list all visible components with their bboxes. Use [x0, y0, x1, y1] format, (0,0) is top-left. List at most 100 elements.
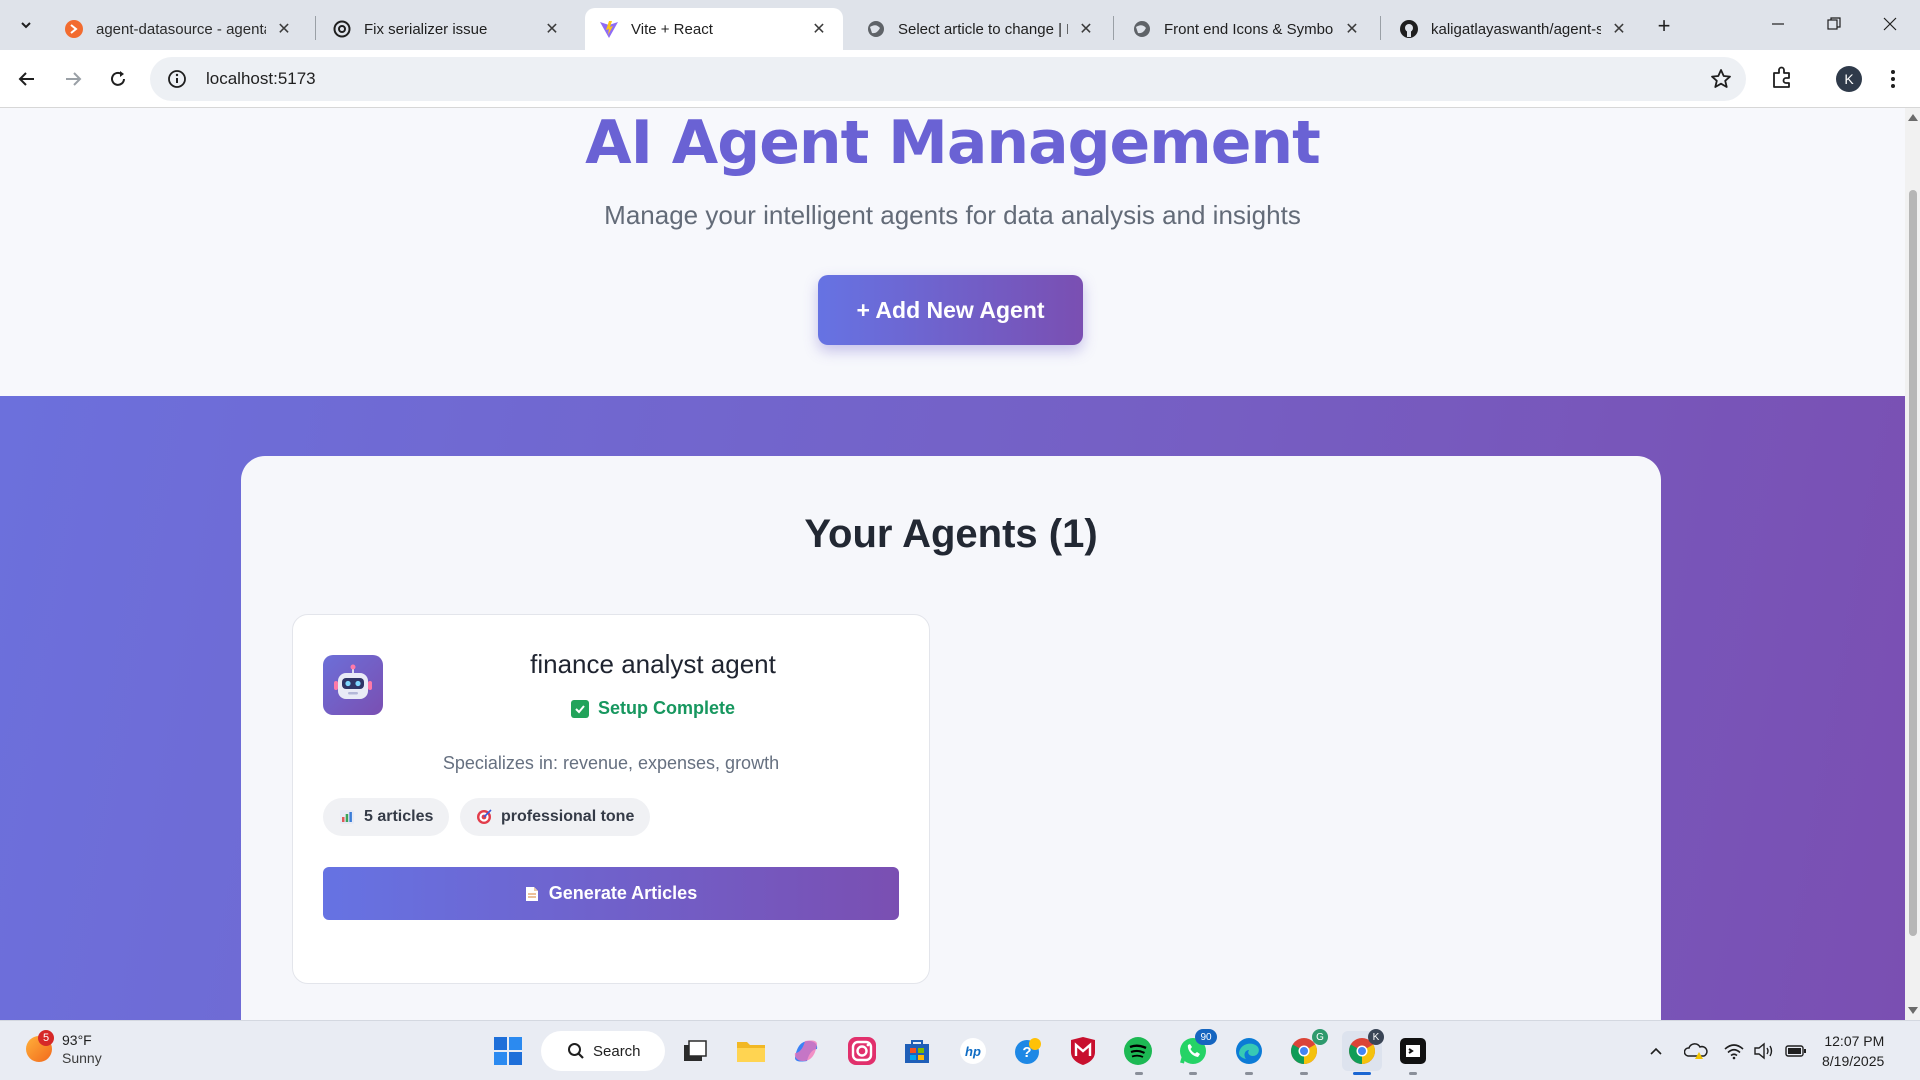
new-tab-button[interactable]: +	[1650, 12, 1678, 40]
status-text: Setup Complete	[597, 698, 735, 718]
hero-section: AI Agent Management Manage your intellig…	[0, 108, 1905, 396]
chrome-g-badge: G	[1312, 1029, 1328, 1045]
tab-title: Front end Icons & Symbols	[1164, 20, 1334, 38]
edge-icon[interactable]	[1233, 1035, 1265, 1067]
back-button[interactable]	[12, 64, 42, 94]
agent-card: finance analyst agent Setup Complete Spe…	[292, 614, 930, 984]
running-indicator	[1135, 1072, 1143, 1075]
task-view-icon[interactable]	[679, 1035, 711, 1067]
get-help-icon[interactable]: ?	[1012, 1035, 1044, 1067]
robot-icon	[323, 655, 383, 715]
tab-fix-serializer[interactable]: Fix serializer issue ✕	[318, 8, 576, 50]
page-viewport: AI Agent Management Manage your intellig…	[0, 108, 1905, 1020]
copilot-icon[interactable]	[790, 1035, 822, 1067]
weather-badge: 5	[38, 1030, 54, 1046]
globe-icon	[866, 19, 886, 39]
restore-icon	[1827, 17, 1841, 30]
spotify-icon[interactable]	[1122, 1035, 1154, 1067]
add-new-agent-button[interactable]: + Add New Agent	[818, 275, 1083, 345]
file-explorer-icon[interactable]	[735, 1035, 767, 1067]
extensions-icon[interactable]	[1768, 64, 1796, 92]
weather-widget[interactable]: 5 93°F Sunny	[26, 1030, 102, 1067]
page-title: AI Agent Management	[585, 108, 1321, 178]
close-icon[interactable]: ✕	[809, 19, 829, 39]
close-icon[interactable]: ✕	[274, 19, 294, 39]
clock-time: 12:07 PM	[1824, 1033, 1885, 1049]
generate-articles-label: Generate Articles	[548, 883, 698, 903]
minimize-button[interactable]	[1750, 6, 1806, 42]
clock-date: 8/19/2025	[1822, 1053, 1885, 1069]
microsoft-store-icon[interactable]	[901, 1035, 933, 1067]
bookmark-star-icon[interactable]	[1710, 68, 1732, 90]
hp-icon[interactable]: hp	[957, 1035, 989, 1067]
running-indicator	[1245, 1072, 1253, 1075]
browser-toolbar: localhost:5173 K	[0, 50, 1920, 108]
tab-agent-datasource[interactable]: agent-datasource - agenta ✕	[50, 8, 308, 50]
document-icon	[525, 886, 539, 902]
scroll-thumb[interactable]	[1909, 190, 1917, 936]
agents-panel: Your Agents (1) finance analyst agent Se…	[241, 456, 1661, 1020]
tab-title: Vite + React	[631, 20, 713, 38]
running-indicator	[1189, 1072, 1197, 1075]
close-icon[interactable]: ✕	[1342, 19, 1362, 39]
scroll-up-arrow-icon[interactable]	[1908, 114, 1918, 121]
tab-title: kaligatlayaswanth/agent-s	[1431, 20, 1601, 38]
weather-temp: 93°F	[62, 1032, 92, 1048]
tone-chip: professional tone	[460, 798, 651, 836]
terminal-app-icon[interactable]	[1397, 1035, 1429, 1067]
scroll-down-arrow-icon[interactable]	[1908, 1007, 1918, 1014]
volume-icon[interactable]	[1752, 1039, 1776, 1063]
chrome-k-badge: K	[1368, 1029, 1384, 1045]
taskbar-search[interactable]: Search	[541, 1031, 665, 1071]
chrome-profile-k-icon[interactable]: K	[1342, 1029, 1384, 1071]
tab-title: Select article to change | D	[898, 20, 1068, 38]
onedrive-warning-icon[interactable]	[1684, 1039, 1708, 1063]
instagram-icon[interactable]	[846, 1035, 878, 1067]
tab-search-button[interactable]	[10, 10, 42, 40]
reload-button[interactable]	[103, 64, 133, 94]
globe-icon	[1132, 19, 1152, 39]
whatsapp-icon[interactable]: 90	[1177, 1029, 1217, 1067]
close-icon[interactable]: ✕	[1609, 19, 1629, 39]
close-icon[interactable]: ✕	[1076, 19, 1096, 39]
close-icon[interactable]: ✕	[542, 19, 562, 39]
svg-text:hp: hp	[965, 1044, 981, 1059]
system-clock[interactable]: 12:07 PM 8/19/2025	[1822, 1031, 1884, 1071]
running-indicator	[1300, 1072, 1308, 1075]
tab-divider	[1380, 16, 1381, 40]
chrome-profile-g-icon[interactable]: G	[1288, 1029, 1328, 1067]
restore-button[interactable]	[1806, 6, 1862, 42]
url-text[interactable]: localhost:5173	[206, 69, 316, 89]
windows-start-icon[interactable]	[492, 1035, 524, 1067]
tab-vite-react[interactable]: Vite + React ✕	[585, 8, 843, 50]
profile-avatar[interactable]: K	[1836, 66, 1862, 92]
orange-logo-icon	[64, 19, 84, 39]
chevron-up-icon[interactable]	[1644, 1039, 1668, 1063]
browser-menu-button[interactable]	[1880, 64, 1906, 94]
check-icon	[570, 699, 589, 718]
mcafee-icon[interactable]	[1067, 1035, 1099, 1067]
weather-condition: Sunny	[62, 1050, 102, 1066]
openai-icon	[332, 19, 352, 39]
address-bar[interactable]: localhost:5173	[150, 57, 1746, 101]
whatsapp-badge: 90	[1195, 1029, 1217, 1045]
tab-title: Fix serializer issue	[364, 20, 488, 38]
taskbar-search-label: Search	[593, 1042, 641, 1060]
tone-label: professional tone	[501, 808, 635, 825]
reload-icon	[111, 71, 125, 86]
close-window-button[interactable]	[1862, 6, 1918, 42]
battery-icon[interactable]	[1784, 1039, 1808, 1063]
wifi-icon[interactable]	[1722, 1039, 1746, 1063]
arrow-right-icon	[66, 72, 82, 86]
page-scrollbar[interactable]	[1905, 108, 1920, 1020]
forward-button[interactable]	[58, 64, 88, 94]
tab-front-end-icons[interactable]: Front end Icons & Symbols ✕	[1118, 8, 1376, 50]
tab-divider	[315, 16, 316, 40]
tab-github-repo[interactable]: kaligatlayaswanth/agent-s ✕	[1385, 8, 1643, 50]
site-info-icon[interactable]	[166, 68, 188, 90]
generate-articles-button[interactable]: Generate Articles	[323, 867, 899, 920]
tab-title: agent-datasource - agenta	[96, 20, 266, 38]
tab-select-article[interactable]: Select article to change | D ✕	[852, 8, 1110, 50]
agent-name: finance analyst agent	[530, 649, 776, 679]
running-indicator	[1409, 1072, 1417, 1075]
